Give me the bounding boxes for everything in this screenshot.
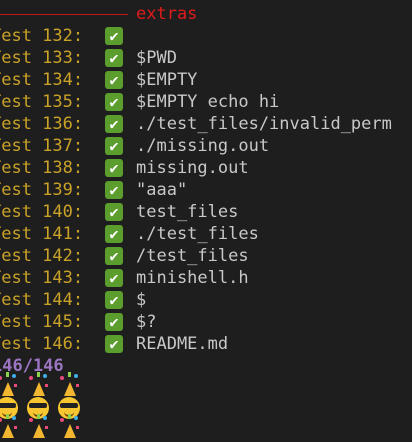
- test-label: Test 134:: [0, 70, 84, 90]
- test-command: $PWD: [136, 48, 177, 68]
- check-mark-icon: ✔: [105, 291, 123, 309]
- test-label: Test 145:: [0, 312, 84, 332]
- party-popper-emoji: [58, 414, 82, 442]
- test-label: Test 146:: [0, 334, 84, 354]
- check-mark-icon: ✔: [105, 159, 123, 177]
- check-mark-icon: ✔: [105, 115, 123, 133]
- test-label: Test 137:: [0, 136, 84, 156]
- test-label: Test 143:: [0, 268, 84, 288]
- test-label: Test 138:: [0, 158, 84, 178]
- test-command: $?: [136, 312, 157, 332]
- test-label: Test 132:: [0, 26, 84, 46]
- test-command: $EMPTY echo hi: [136, 92, 280, 112]
- test-command: ./test_files/invalid_perm: [136, 114, 392, 134]
- test-label: Test 133:: [0, 48, 84, 68]
- test-command: missing.out: [136, 158, 249, 178]
- check-mark-icon: ✔: [105, 71, 123, 89]
- check-mark-icon: ✔: [105, 335, 123, 353]
- check-mark-icon: ✔: [105, 27, 123, 45]
- check-mark-icon: ✔: [105, 203, 123, 221]
- test-command: /test_files: [136, 246, 249, 266]
- check-mark-icon: ✔: [105, 313, 123, 331]
- check-mark-icon: ✔: [105, 181, 123, 199]
- section-label: extras: [136, 4, 198, 24]
- test-label: Test 144:: [0, 290, 84, 310]
- check-mark-icon: ✔: [105, 49, 123, 67]
- test-label: Test 140:: [0, 202, 84, 222]
- check-mark-icon: ✔: [105, 269, 123, 287]
- test-command: minishell.h: [136, 268, 249, 288]
- test-command: "aaa": [136, 180, 188, 200]
- check-mark-icon: ✔: [105, 137, 123, 155]
- test-label: Test 139:: [0, 180, 84, 200]
- test-command: ./missing.out: [136, 136, 270, 156]
- check-mark-icon: ✔: [105, 247, 123, 265]
- section-separator-line: [0, 14, 128, 15]
- test-label: Test 135:: [0, 92, 84, 112]
- test-command: ./test_files: [136, 224, 259, 244]
- test-label: Test 142:: [0, 246, 84, 266]
- check-mark-icon: ✔: [105, 93, 123, 111]
- test-command: test_files: [136, 202, 239, 222]
- test-command: README.md: [136, 334, 229, 354]
- test-label: Test 136:: [0, 114, 84, 134]
- party-popper-emoji: [27, 414, 51, 442]
- terminal-window[interactable]: extras Test 132: ✔ Test 133: ✔ $PWD Test 134:…: [0, 0, 412, 438]
- check-mark-icon: ✔: [105, 225, 123, 243]
- test-command: $: [136, 290, 147, 310]
- test-command: $EMPTY: [136, 70, 198, 90]
- party-popper-emoji: [0, 414, 20, 442]
- test-label: Test 141:: [0, 224, 84, 244]
